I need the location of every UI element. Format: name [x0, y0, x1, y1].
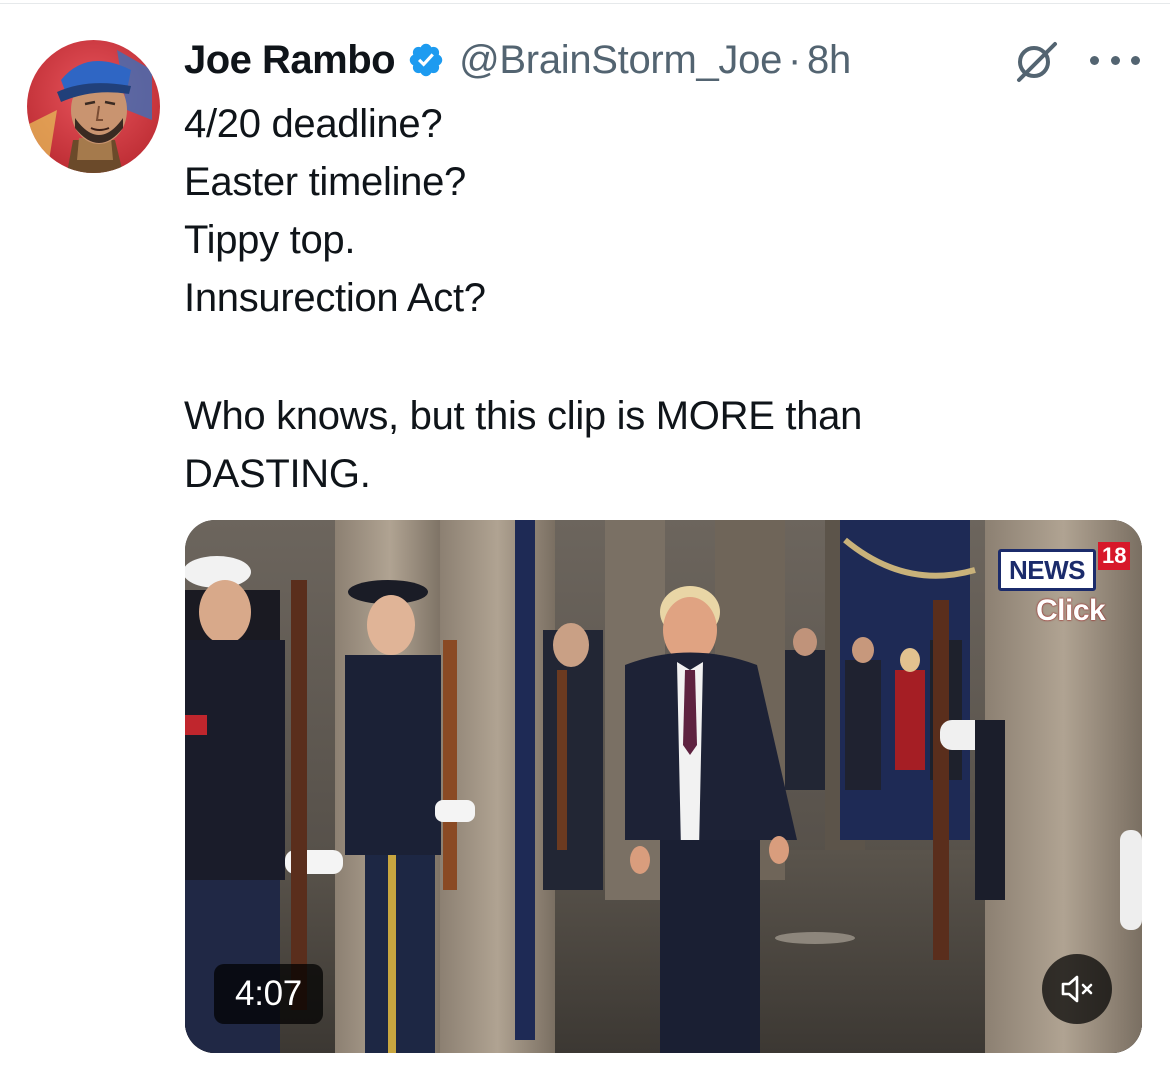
tweet-text-line: Who knows, but this clip is MORE than: [184, 394, 863, 438]
more-dot: [1090, 55, 1099, 65]
separator-dot: ·: [788, 37, 802, 82]
more-options-icon[interactable]: [1090, 50, 1140, 70]
divider: [0, 3, 1170, 4]
tweet-page: Joe Rambo @BrainStorm_Joe · 8h 4/20 dead…: [0, 0, 1170, 1065]
tweet-text: 4/20 deadline? Easter timeline? Tippy to…: [184, 95, 1084, 503]
avatar[interactable]: [27, 40, 160, 173]
speaker-muted-icon: [1061, 975, 1093, 1003]
tweet-text-line: Easter timeline?: [184, 160, 466, 204]
channel-logo-sub: Click: [1036, 594, 1106, 627]
mute-toggle-button[interactable]: [1042, 954, 1112, 1024]
more-dot: [1131, 55, 1140, 65]
verified-badge-icon[interactable]: [407, 41, 445, 79]
video-duration-badge: 4:07: [214, 964, 323, 1024]
tweet-text-line: 4/20 deadline?: [184, 102, 443, 146]
handle[interactable]: @BrainStorm_Joe: [459, 38, 782, 83]
avatar-illustration: [27, 40, 160, 173]
channel-logo-box: NEWS: [998, 549, 1096, 591]
channel-logo: NEWS 18 Click: [998, 542, 1131, 627]
tweet-header: Joe Rambo @BrainStorm_Joe · 8h: [184, 34, 851, 86]
video-player[interactable]: NEWS 18 Click 4:07: [185, 520, 1142, 1053]
timestamp[interactable]: 8h: [807, 38, 851, 83]
tweet-text-blank: [184, 327, 1084, 387]
channel-logo-number: 18: [1098, 542, 1131, 570]
more-dot: [1110, 55, 1120, 65]
channel-logo-word: NEWS: [998, 549, 1096, 591]
tweet-text-line: DASTING.: [184, 452, 371, 496]
display-name[interactable]: Joe Rambo: [184, 38, 396, 83]
grok-icon[interactable]: [1013, 38, 1059, 84]
tweet-text-line: Tippy top.: [184, 218, 356, 262]
tweet-text-line: Innsurection Act?: [184, 276, 486, 320]
